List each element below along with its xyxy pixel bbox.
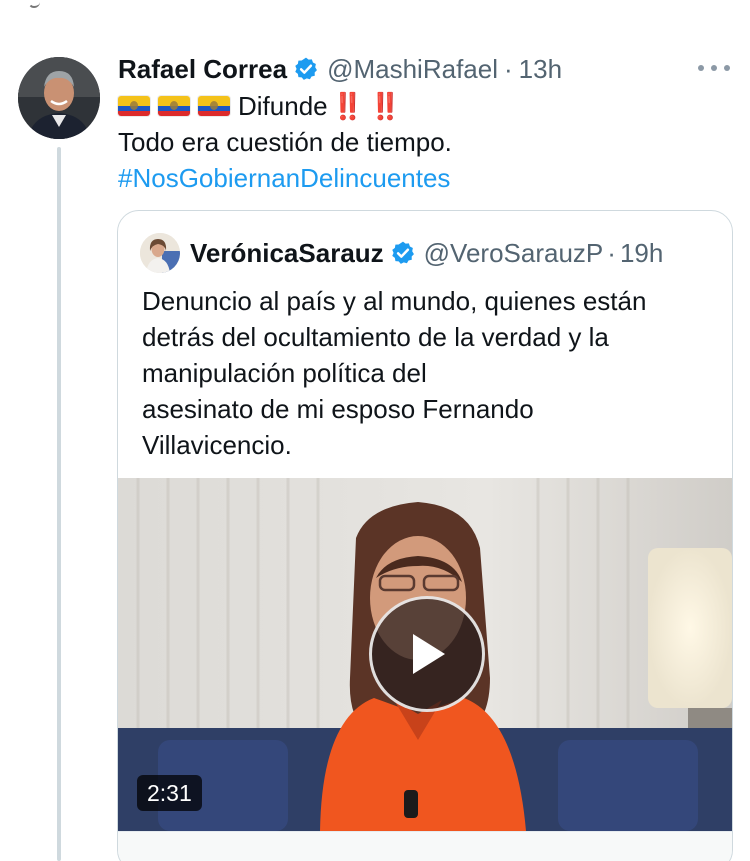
author-name[interactable]: Rafael Correa <box>118 54 287 85</box>
author-handle[interactable]: @MashiRafael <box>327 54 498 85</box>
previous-tweet-fragment <box>28 0 40 8</box>
quoted-tweet-text: Denuncio al país y al mundo, quienes est… <box>142 283 712 463</box>
play-button[interactable] <box>369 596 485 712</box>
quoted-text-line: detrás del ocultamiento de la verdad y l… <box>142 322 609 352</box>
ecuador-flag-icon <box>118 96 150 116</box>
hashtag-link[interactable]: #NosGobiernanDelincuentes <box>118 160 452 196</box>
video-duration-badge: 2:31 <box>137 775 202 811</box>
quoted-author-name[interactable]: VerónicaSarauz <box>190 238 384 269</box>
quoted-author-avatar[interactable] <box>140 233 180 273</box>
separator-dot: · <box>503 53 513 84</box>
thread-line <box>57 147 61 861</box>
tweet-line-1-text: Difunde <box>238 91 328 121</box>
quoted-text-line: manipulación política del <box>142 358 427 388</box>
tweet-header: Rafael Correa @MashiRafael · 13h <box>118 52 562 86</box>
play-icon <box>413 634 445 674</box>
author-avatar[interactable] <box>18 57 100 139</box>
quoted-text-line: Denuncio al país y al mundo, quienes est… <box>142 286 647 316</box>
verified-badge-icon <box>390 240 416 266</box>
tweet-line-2: Todo era cuestión de tiempo. <box>118 127 452 157</box>
quoted-card-footer <box>118 831 732 861</box>
quoted-author-handle[interactable]: @VeroSarauzP <box>424 238 604 269</box>
tweet[interactable]: Rafael Correa @MashiRafael · 13h Difunde… <box>0 0 750 861</box>
verified-badge-icon <box>293 56 319 82</box>
quoted-tweet-timestamp[interactable]: 19h <box>620 238 663 269</box>
more-options-icon[interactable] <box>698 60 730 76</box>
quoted-tweet-header: VerónicaSarauz @VeroSarauzP · 19h <box>140 233 663 273</box>
tweet-text: Difunde ‼️ ‼️ Todo era cuestión de tiemp… <box>118 88 452 196</box>
quoted-tweet-card[interactable]: VerónicaSarauz @VeroSarauzP · 19h Denunc… <box>117 210 733 861</box>
separator-dot: · <box>607 237 616 268</box>
ecuador-flag-icon <box>158 96 190 116</box>
tweet-timestamp[interactable]: 13h <box>519 54 562 85</box>
double-exclamation-icon: ‼️ ‼️ <box>331 91 402 121</box>
quoted-text-line: asesinato de mi esposo Fernando <box>142 394 534 424</box>
ecuador-flag-icon <box>198 96 230 116</box>
tweet-line-1: Difunde ‼️ ‼️ <box>118 88 452 124</box>
video-player[interactable]: 2:31 <box>118 478 732 831</box>
quoted-text-line: Villavicencio. <box>142 430 292 460</box>
